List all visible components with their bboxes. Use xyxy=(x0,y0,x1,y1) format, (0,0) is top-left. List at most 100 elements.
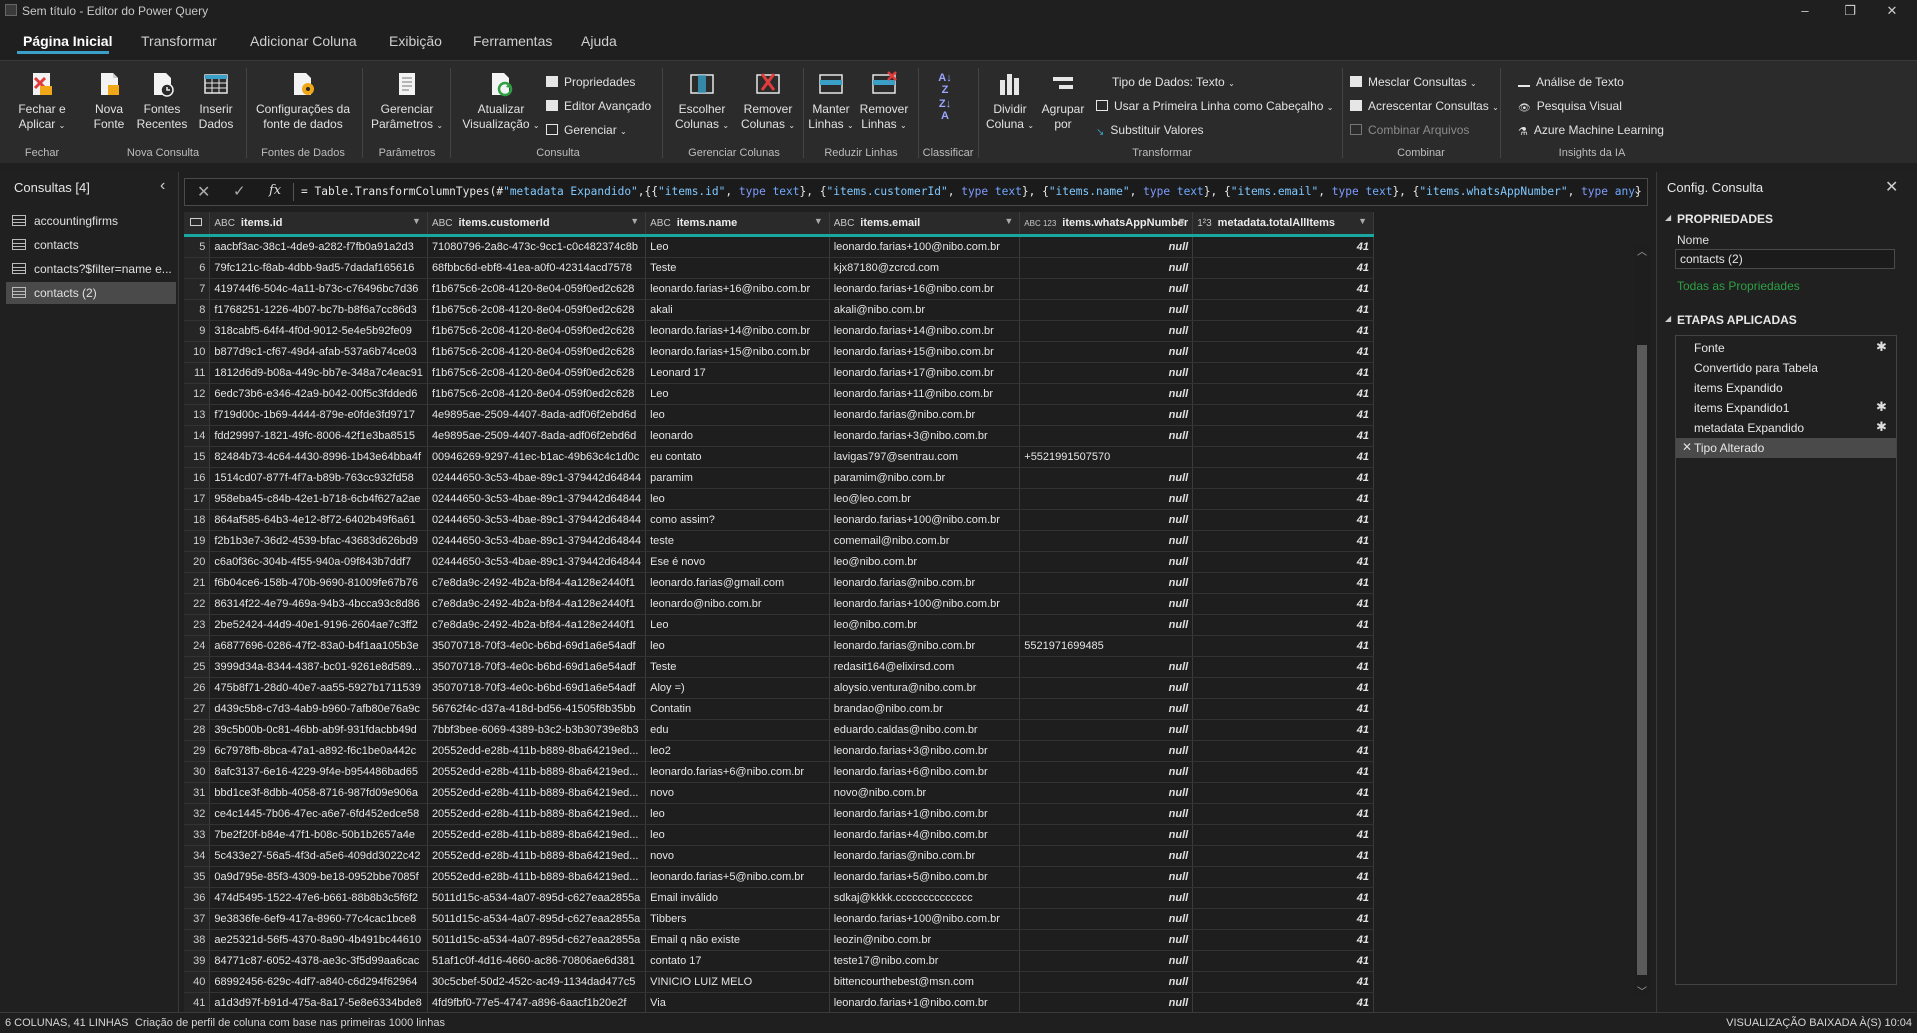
cell-items-customerid[interactable]: 20552edd-e28b-411b-b889-8ba64219ed... xyxy=(427,824,647,846)
cell-items-customerid[interactable]: 20552edd-e28b-411b-b889-8ba64219ed... xyxy=(427,782,647,804)
cell-items-customerid[interactable]: 51af1c0f-4d16-4660-ac86-70806ae6d381 xyxy=(427,950,647,972)
query-item-contacts-filter[interactable]: contacts?$filter=name e... xyxy=(10,258,176,280)
row-number[interactable]: 17 xyxy=(184,488,211,510)
table-row[interactable]: 23 2be52424-44d9-40e1-9196-2604ae7c3ff2 c7… xyxy=(184,614,1374,636)
cell-metadata-totalallitems[interactable]: 41 xyxy=(1192,845,1374,867)
column-header-items-whatsappnumber[interactable]: ABC 123 items.whatsAppNumber ▼ xyxy=(1019,212,1194,237)
gear-icon[interactable]: ✱ xyxy=(1876,419,1887,435)
row-number[interactable]: 5 xyxy=(184,235,211,258)
cell-items-email[interactable]: leonardo.farias+6@nibo.com.br xyxy=(829,761,1021,783)
cell-items-whatsappnumber[interactable]: null xyxy=(1019,971,1194,993)
cell-metadata-totalallitems[interactable]: 41 xyxy=(1192,425,1374,447)
replace-values-button[interactable]: ↘ Substituir Valores xyxy=(1096,123,1204,138)
cell-items-whatsappnumber[interactable]: null xyxy=(1019,719,1194,741)
cell-items-id[interactable]: 1812d6d9-b08a-449c-bb7e-348a7c4eac91 xyxy=(209,362,428,384)
cell-items-email[interactable]: leonardo.farias+5@nibo.com.br xyxy=(829,866,1021,888)
cell-items-customerid[interactable]: f1b675c6-2c08-4120-8e04-059f0ed2c628 xyxy=(427,362,647,384)
cell-items-id[interactable]: 958eba45-c84b-42e1-b718-6cb4f627a2ae xyxy=(209,488,428,510)
row-number[interactable]: 6 xyxy=(184,257,211,279)
tab-tools[interactable]: Ferramentas xyxy=(473,33,552,49)
cell-items-customerid[interactable]: 20552edd-e28b-411b-b889-8ba64219ed... xyxy=(427,845,647,867)
cell-items-whatsappnumber[interactable]: null xyxy=(1019,929,1194,951)
collapse-chevron-icon[interactable]: ‹ xyxy=(160,177,165,195)
group-by-button[interactable]: Agrupar por xyxy=(1040,70,1086,132)
cell-items-whatsappnumber[interactable]: null xyxy=(1019,761,1194,783)
cell-metadata-totalallitems[interactable]: 41 xyxy=(1192,467,1374,489)
scroll-down-chevron-icon[interactable]: ﹀ xyxy=(1637,983,1647,998)
refresh-preview-button[interactable]: Atualizar Visualização ⌄ xyxy=(455,70,547,133)
cell-items-customerid[interactable]: f1b675c6-2c08-4120-8e04-059f0ed2c628 xyxy=(427,341,647,363)
cell-metadata-totalallitems[interactable]: 41 xyxy=(1192,362,1374,384)
cell-items-name[interactable]: edu xyxy=(645,719,830,741)
tab-add-column[interactable]: Adicionar Coluna xyxy=(250,33,357,49)
vision-button[interactable]: 👁 Pesquisa Visual xyxy=(1518,99,1622,114)
row-number[interactable]: 10 xyxy=(184,341,211,363)
cell-items-name[interactable]: paramim xyxy=(645,467,830,489)
cell-items-whatsappnumber[interactable]: null xyxy=(1019,320,1194,342)
properties-button[interactable]: Propriedades xyxy=(546,75,635,89)
remove-rows-button[interactable]: Remover Linhas ⌄ xyxy=(858,70,910,133)
cell-items-name[interactable]: contato 17 xyxy=(645,950,830,972)
cell-items-id[interactable]: 68992456-629c-4df7-a840-c6d294f62964 xyxy=(209,971,428,993)
column-header-items-name[interactable]: ABC items.name ▼ xyxy=(645,212,830,237)
cell-items-customerid[interactable]: f1b675c6-2c08-4120-8e04-059f0ed2c628 xyxy=(427,299,647,321)
cell-items-id[interactable]: 2be52424-44d9-40e1-9196-2604ae7c3ff2 xyxy=(209,614,428,636)
append-queries-button[interactable]: Acrescentar Consultas ⌄ xyxy=(1350,99,1499,113)
cell-items-whatsappnumber[interactable]: null xyxy=(1019,488,1194,510)
type-number-icon[interactable]: 1²3 xyxy=(1197,218,1211,229)
column-header-items-id[interactable]: ABC items.id ▼ xyxy=(209,212,428,237)
cell-metadata-totalallitems[interactable]: 41 xyxy=(1192,971,1374,993)
table-row[interactable]: 37 9e3836fe-6ef9-417a-8960-77c4cac1bce8 50… xyxy=(184,908,1374,930)
cell-metadata-totalallitems[interactable]: 41 xyxy=(1192,740,1374,762)
cell-items-whatsappnumber[interactable]: null xyxy=(1019,992,1194,1012)
cell-items-whatsappnumber[interactable]: null xyxy=(1019,614,1194,636)
table-row[interactable]: 21 f6b04ce6-158b-470b-9690-81009fe67b76 c7… xyxy=(184,572,1374,594)
sort-descending-button[interactable]: Z↓ A xyxy=(930,98,960,122)
row-number[interactable]: 29 xyxy=(184,740,211,762)
cell-metadata-totalallitems[interactable]: 41 xyxy=(1192,698,1374,720)
cell-metadata-totalallitems[interactable]: 41 xyxy=(1192,950,1374,972)
type-text-icon[interactable]: ABC xyxy=(432,218,453,229)
cell-items-email[interactable]: eduardo.caldas@nibo.com.br xyxy=(829,719,1021,741)
cell-items-email[interactable]: leonardo.farias+4@nibo.com.br xyxy=(829,824,1021,846)
cell-items-id[interactable]: 7be2f20f-b84e-47f1-b08c-50b1b2657a4e xyxy=(209,824,428,846)
query-item-accountingfirms[interactable]: accountingfirms xyxy=(10,210,176,232)
minimize-button[interactable]: – xyxy=(1785,2,1825,20)
cell-items-id[interactable]: 5c433e27-56a5-4f3d-a5e6-409dd3022c42 xyxy=(209,845,428,867)
cell-items-email[interactable]: leonardo.farias+16@nibo.com.br xyxy=(829,278,1021,300)
cell-items-email[interactable]: leozin@nibo.com.br xyxy=(829,929,1021,951)
tab-help[interactable]: Ajuda xyxy=(581,33,617,49)
cell-items-email[interactable]: leonardo.farias+100@nibo.com.br xyxy=(829,908,1021,930)
cell-items-whatsappnumber[interactable]: null xyxy=(1019,677,1194,699)
cell-items-customerid[interactable]: 4e9895ae-2509-4407-8ada-adf06f2ebd6d xyxy=(427,404,647,426)
manage-button[interactable]: Gerenciar ⌄ xyxy=(546,123,627,137)
cell-items-email[interactable]: leonardo.farias+3@nibo.com.br xyxy=(829,425,1021,447)
cell-items-id[interactable]: a1d3d97f-b91d-475a-8a17-5e8e6334bde8 xyxy=(209,992,428,1012)
cell-items-name[interactable]: eu contato xyxy=(645,446,830,468)
row-number[interactable]: 39 xyxy=(184,950,211,972)
cell-items-email[interactable]: lavigas797@sentrau.com xyxy=(829,446,1021,468)
cell-items-whatsappnumber[interactable]: null xyxy=(1019,425,1194,447)
cell-items-name[interactable]: leo2 xyxy=(645,740,830,762)
cell-metadata-totalallitems[interactable]: 41 xyxy=(1192,320,1374,342)
cell-items-whatsappnumber[interactable]: null xyxy=(1019,299,1194,321)
cell-metadata-totalallitems[interactable]: 41 xyxy=(1192,446,1374,468)
cell-items-whatsappnumber[interactable]: null xyxy=(1019,656,1194,678)
close-pane-icon[interactable]: ✕ xyxy=(1885,177,1898,197)
cell-items-whatsappnumber[interactable]: null xyxy=(1019,341,1194,363)
cell-items-name[interactable]: leonardo.farias+6@nibo.com.br xyxy=(645,761,830,783)
cell-items-whatsappnumber[interactable]: null xyxy=(1019,235,1194,258)
cell-metadata-totalallitems[interactable]: 41 xyxy=(1192,593,1374,615)
table-row[interactable]: 33 7be2f20f-b84e-47f1-b08c-50b1b2657a4e 20… xyxy=(184,824,1374,846)
cell-items-whatsappnumber[interactable]: null xyxy=(1019,278,1194,300)
cell-metadata-totalallitems[interactable]: 41 xyxy=(1192,803,1374,825)
sort-ascending-button[interactable]: A↓ Z xyxy=(930,72,960,96)
row-number[interactable]: 16 xyxy=(184,467,211,489)
remove-columns-button[interactable]: Remover Colunas ⌄ xyxy=(732,70,804,133)
cell-items-customerid[interactable]: f1b675c6-2c08-4120-8e04-059f0ed2c628 xyxy=(427,320,647,342)
cell-items-name[interactable]: novo xyxy=(645,845,830,867)
row-number[interactable]: 21 xyxy=(184,572,211,594)
manage-parameters-button[interactable]: Gerenciar Parâmetros ⌄ xyxy=(368,70,446,133)
row-number[interactable]: 23 xyxy=(184,614,211,636)
cell-metadata-totalallitems[interactable]: 41 xyxy=(1192,404,1374,426)
